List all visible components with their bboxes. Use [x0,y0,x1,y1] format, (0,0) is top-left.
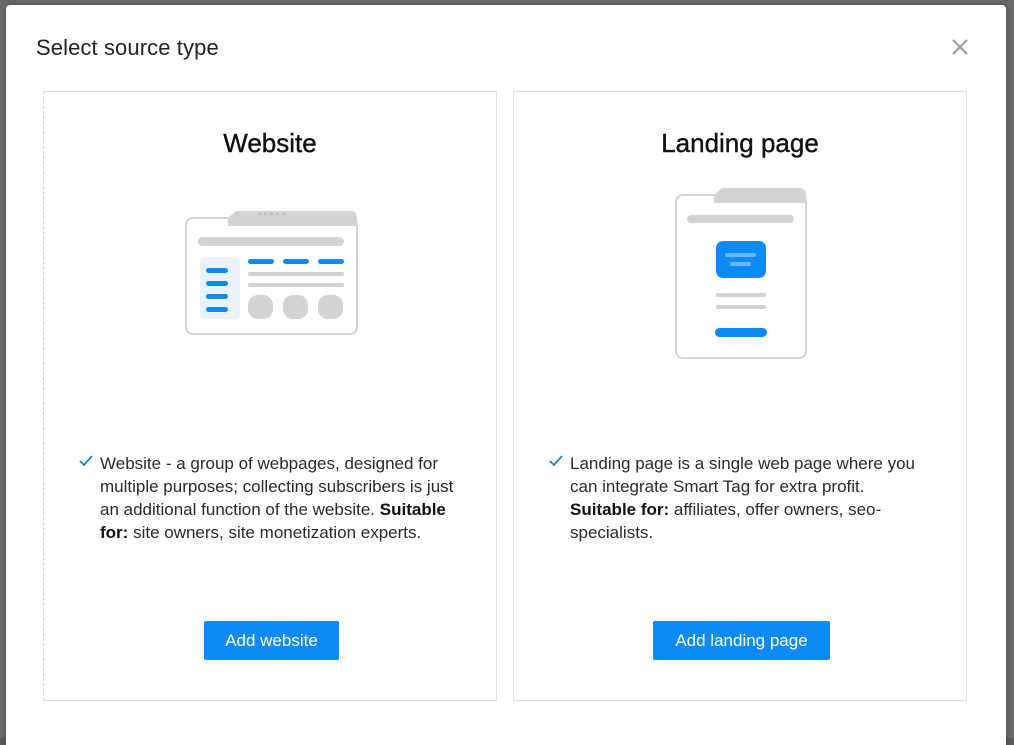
website-card[interactable]: Website Website - a group of webpages, d… [43,91,497,701]
check-icon [78,452,94,468]
close-icon[interactable] [948,35,972,59]
check-icon [548,452,564,468]
website-description: Website - a group of webpages, designed … [78,452,458,544]
website-illustration-icon [184,210,360,341]
select-source-modal: Select source type Website Website - a g… [6,5,1006,745]
add-website-button[interactable]: Add website [204,621,339,660]
landing-page-description: Landing page is a single web page where … [548,452,928,544]
landing-page-illustration-icon [674,187,810,366]
landing-page-card[interactable]: Landing page Landing page is a single we… [513,91,967,701]
landing-page-card-title: Landing page [661,128,819,158]
add-landing-page-button[interactable]: Add landing page [653,621,830,660]
website-card-title: Website [223,128,317,158]
website-suitable-text: site owners, site monetization experts. [133,523,422,542]
modal-title: Select source type [36,35,219,60]
landing-page-suitable-label: Suitable for: [570,500,670,519]
landing-page-description-text: Landing page is a single web page where … [570,454,915,496]
